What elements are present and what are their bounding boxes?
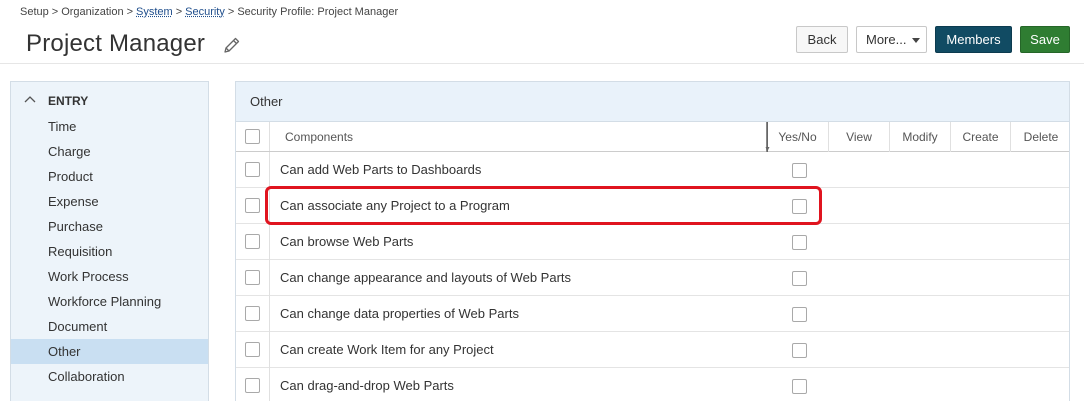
breadcrumb-separator: >: [175, 6, 183, 18]
save-button[interactable]: Save: [1020, 26, 1070, 53]
row-select-checkbox[interactable]: [245, 378, 260, 393]
grid-header: Components Yes/No View Modify Create Del…: [236, 122, 1069, 152]
row-select-cell: [236, 152, 270, 188]
breadcrumb-setup: Setup: [20, 6, 49, 18]
sidebar-item-requisition[interactable]: Requisition: [11, 239, 208, 264]
sidebar-item-document[interactable]: Document: [11, 314, 208, 339]
sidebar-item-expense[interactable]: Expense: [11, 189, 208, 214]
sidebar-item-purchase[interactable]: Purchase: [11, 214, 208, 239]
header-select-cell: [236, 122, 270, 151]
column-header-components[interactable]: Components: [270, 122, 767, 152]
table-row[interactable]: Can change data properties of Web Parts: [236, 296, 1069, 332]
select-all-checkbox[interactable]: [245, 129, 260, 144]
column-header-delete[interactable]: Delete: [1011, 122, 1069, 152]
page-header: Setup > Organization > System > Security > Secur…: [0, 0, 1084, 64]
sidebar: ENTRY Time Charge Product Expense Purcha…: [10, 81, 209, 401]
row-select-checkbox[interactable]: [245, 342, 260, 357]
row-component-label: Can add Web Parts to Dashboards: [280, 162, 482, 177]
panel-header: Other: [236, 82, 1069, 122]
breadcrumb-separator: >: [227, 6, 235, 18]
sidebar-group-label: ENTRY: [48, 94, 89, 108]
sidebar-item-workforce-planning[interactable]: Workforce Planning: [11, 289, 208, 314]
row-select-checkbox[interactable]: [245, 306, 260, 321]
sidebar-group-entry[interactable]: ENTRY: [11, 90, 208, 112]
more-dropdown-button[interactable]: More...: [856, 26, 927, 53]
sidebar-item-time[interactable]: Time: [11, 114, 208, 139]
back-button[interactable]: Back: [796, 26, 848, 53]
more-button-label: More...: [866, 32, 907, 47]
column-resize-handle[interactable]: [765, 122, 770, 152]
row-component-label: Can associate any Project to a Program: [280, 198, 510, 213]
table-row[interactable]: Can browse Web Parts: [236, 224, 1069, 260]
yesno-checkbox[interactable]: [792, 307, 807, 322]
row-component-label: Can change appearance and layouts of Web…: [280, 270, 572, 285]
yesno-checkbox[interactable]: [792, 271, 807, 286]
page-title: Project Manager: [26, 30, 206, 57]
row-component-label: Can create Work Item for any Project: [280, 342, 494, 357]
column-header-yesno[interactable]: Yes/No: [767, 122, 829, 152]
yesno-checkbox[interactable]: [792, 199, 807, 214]
yesno-checkbox[interactable]: [792, 379, 807, 394]
sidebar-item-work-process[interactable]: Work Process: [11, 264, 208, 289]
row-select-checkbox[interactable]: [245, 198, 260, 213]
breadcrumb-system-link[interactable]: System: [136, 6, 173, 18]
row-select-checkbox[interactable]: [245, 162, 260, 177]
yesno-checkbox[interactable]: [792, 163, 807, 178]
row-select-cell: [236, 260, 270, 296]
row-select-cell: [236, 188, 270, 224]
row-component-label: Can browse Web Parts: [280, 234, 414, 249]
chevron-up-icon[interactable]: [24, 95, 36, 103]
column-header-view[interactable]: View: [829, 122, 890, 152]
table-row[interactable]: Can associate any Project to a Program: [236, 188, 1069, 224]
sidebar-item-other[interactable]: Other: [11, 339, 208, 364]
table-row[interactable]: Can change appearance and layouts of Web…: [236, 260, 1069, 296]
row-select-cell: [236, 296, 270, 332]
row-select-cell: [236, 368, 270, 401]
caret-down-icon: [912, 38, 920, 43]
row-component-label: Can drag-and-drop Web Parts: [280, 378, 454, 393]
breadcrumb-separator: >: [126, 6, 133, 18]
breadcrumb: Setup > Organization > System > Security > Secur…: [20, 6, 398, 18]
panel-title: Other: [250, 94, 283, 109]
sidebar-item-product[interactable]: Product: [11, 164, 208, 189]
row-select-cell: [236, 224, 270, 260]
row-select-cell: [236, 332, 270, 368]
row-component-label: Can change data properties of Web Parts: [280, 306, 519, 321]
column-header-modify[interactable]: Modify: [890, 122, 951, 152]
row-select-checkbox[interactable]: [245, 270, 260, 285]
members-button[interactable]: Members: [935, 26, 1012, 53]
table-row[interactable]: Can add Web Parts to Dashboards: [236, 152, 1069, 188]
table-row[interactable]: Can create Work Item for any Project: [236, 332, 1069, 368]
sidebar-item-charge[interactable]: Charge: [11, 139, 208, 164]
breadcrumb-organization: Organization: [61, 6, 124, 18]
breadcrumb-separator: >: [51, 6, 59, 18]
breadcrumb-security-link[interactable]: Security: [185, 6, 225, 18]
sidebar-item-collaboration[interactable]: Collaboration: [11, 364, 208, 389]
yesno-checkbox[interactable]: [792, 235, 807, 250]
pencil-edit-icon[interactable]: [222, 35, 242, 55]
breadcrumb-current: Security Profile: Project Manager: [237, 6, 399, 18]
permissions-panel: Other Components Yes/No View Modify Crea…: [235, 81, 1070, 401]
row-select-checkbox[interactable]: [245, 234, 260, 249]
column-header-create[interactable]: Create: [951, 122, 1011, 152]
table-row[interactable]: Can drag-and-drop Web Parts: [236, 368, 1069, 401]
yesno-checkbox[interactable]: [792, 343, 807, 358]
